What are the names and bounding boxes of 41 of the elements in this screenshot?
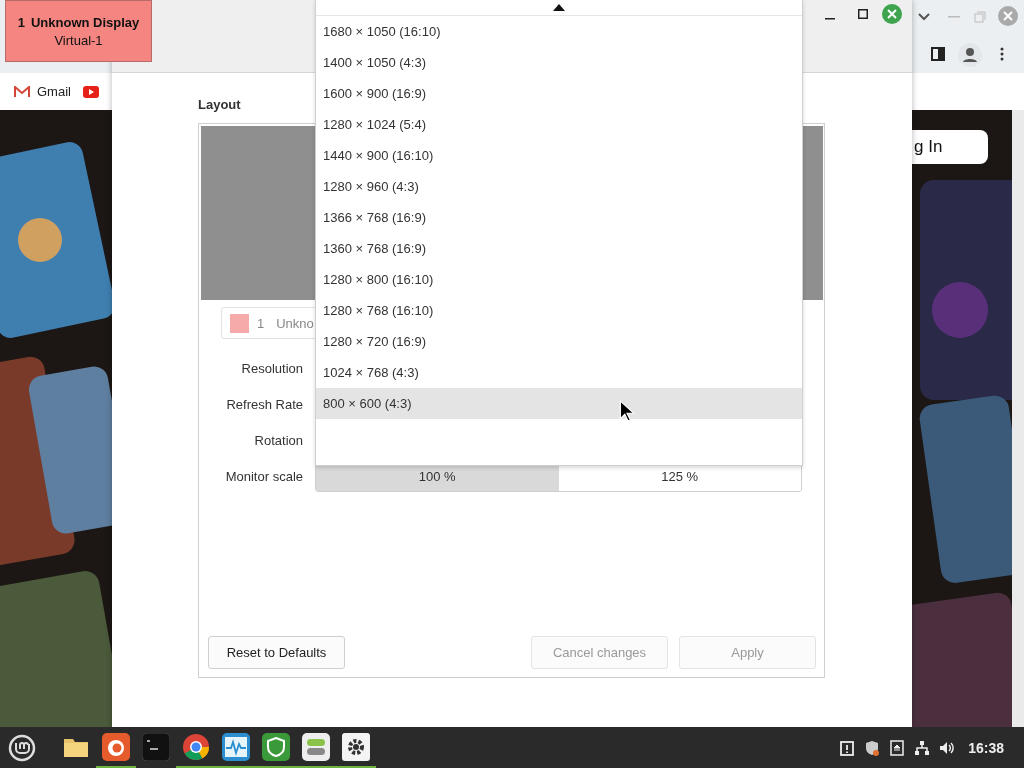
- reset-button[interactable]: Reset to Defaults: [208, 636, 345, 669]
- display-number: 1: [17, 14, 25, 30]
- pointer-icon: [619, 400, 635, 422]
- menu-item[interactable]: 1024 × 768 (4:3): [316, 357, 802, 388]
- menu-icon[interactable]: [1000, 47, 1004, 61]
- scroll-up-icon[interactable]: [553, 4, 565, 11]
- chevron-down-icon[interactable]: [918, 13, 930, 21]
- field-label: Monitor scale: [224, 468, 303, 484]
- avatar-icon[interactable]: [958, 43, 982, 67]
- display-output: Virtual-1: [54, 32, 103, 48]
- field-label: Resolution: [240, 360, 303, 376]
- shield-icon[interactable]: [864, 739, 881, 756]
- display-name: Unknown Display: [30, 14, 140, 30]
- field-label: Rotation: [253, 432, 303, 448]
- menu-item[interactable]: 1366 × 768 (16:9): [316, 202, 802, 233]
- field-label: Refresh Rate: [225, 396, 303, 412]
- maximize-icon[interactable]: [858, 9, 868, 19]
- login-button[interactable]: g In: [912, 130, 988, 164]
- scrollbar[interactable]: [1012, 110, 1024, 727]
- menu-item[interactable]: 1280 × 800 (16:10): [316, 264, 802, 295]
- clock[interactable]: 16:38: [968, 739, 1004, 756]
- minimize-icon[interactable]: [825, 18, 835, 20]
- menu-item[interactable]: 800 × 600 (4:3): [316, 388, 802, 419]
- eject-icon[interactable]: [889, 739, 906, 756]
- menu-item[interactable]: 1600 × 900 (16:9): [316, 78, 802, 109]
- menu-item[interactable]: 1360 × 768 (16:9): [316, 233, 802, 264]
- menu-item[interactable]: 1440 × 900 (16:10): [316, 140, 802, 171]
- menu-item[interactable]: 1400 × 1050 (4:3): [316, 47, 802, 78]
- bookmark-link[interactable]: Gmail: [14, 84, 71, 99]
- volume-icon[interactable]: [939, 739, 956, 756]
- side-panel-icon[interactable]: [931, 47, 945, 61]
- close-icon[interactable]: [882, 4, 902, 24]
- network-icon[interactable]: [914, 739, 931, 756]
- section-title: Layout: [198, 97, 242, 113]
- play-icon[interactable]: [82, 85, 99, 98]
- menu-item[interactable]: 1680 × 1050 (16:10): [316, 16, 802, 47]
- menu-item[interactable]: 1280 × 960 (4:3): [316, 171, 802, 202]
- menu-item[interactable]: 1280 × 1024 (5:4): [316, 109, 802, 140]
- mail-icon: [14, 85, 30, 98]
- clipboard-icon[interactable]: [839, 739, 856, 756]
- menu-icon[interactable]: [8, 733, 36, 762]
